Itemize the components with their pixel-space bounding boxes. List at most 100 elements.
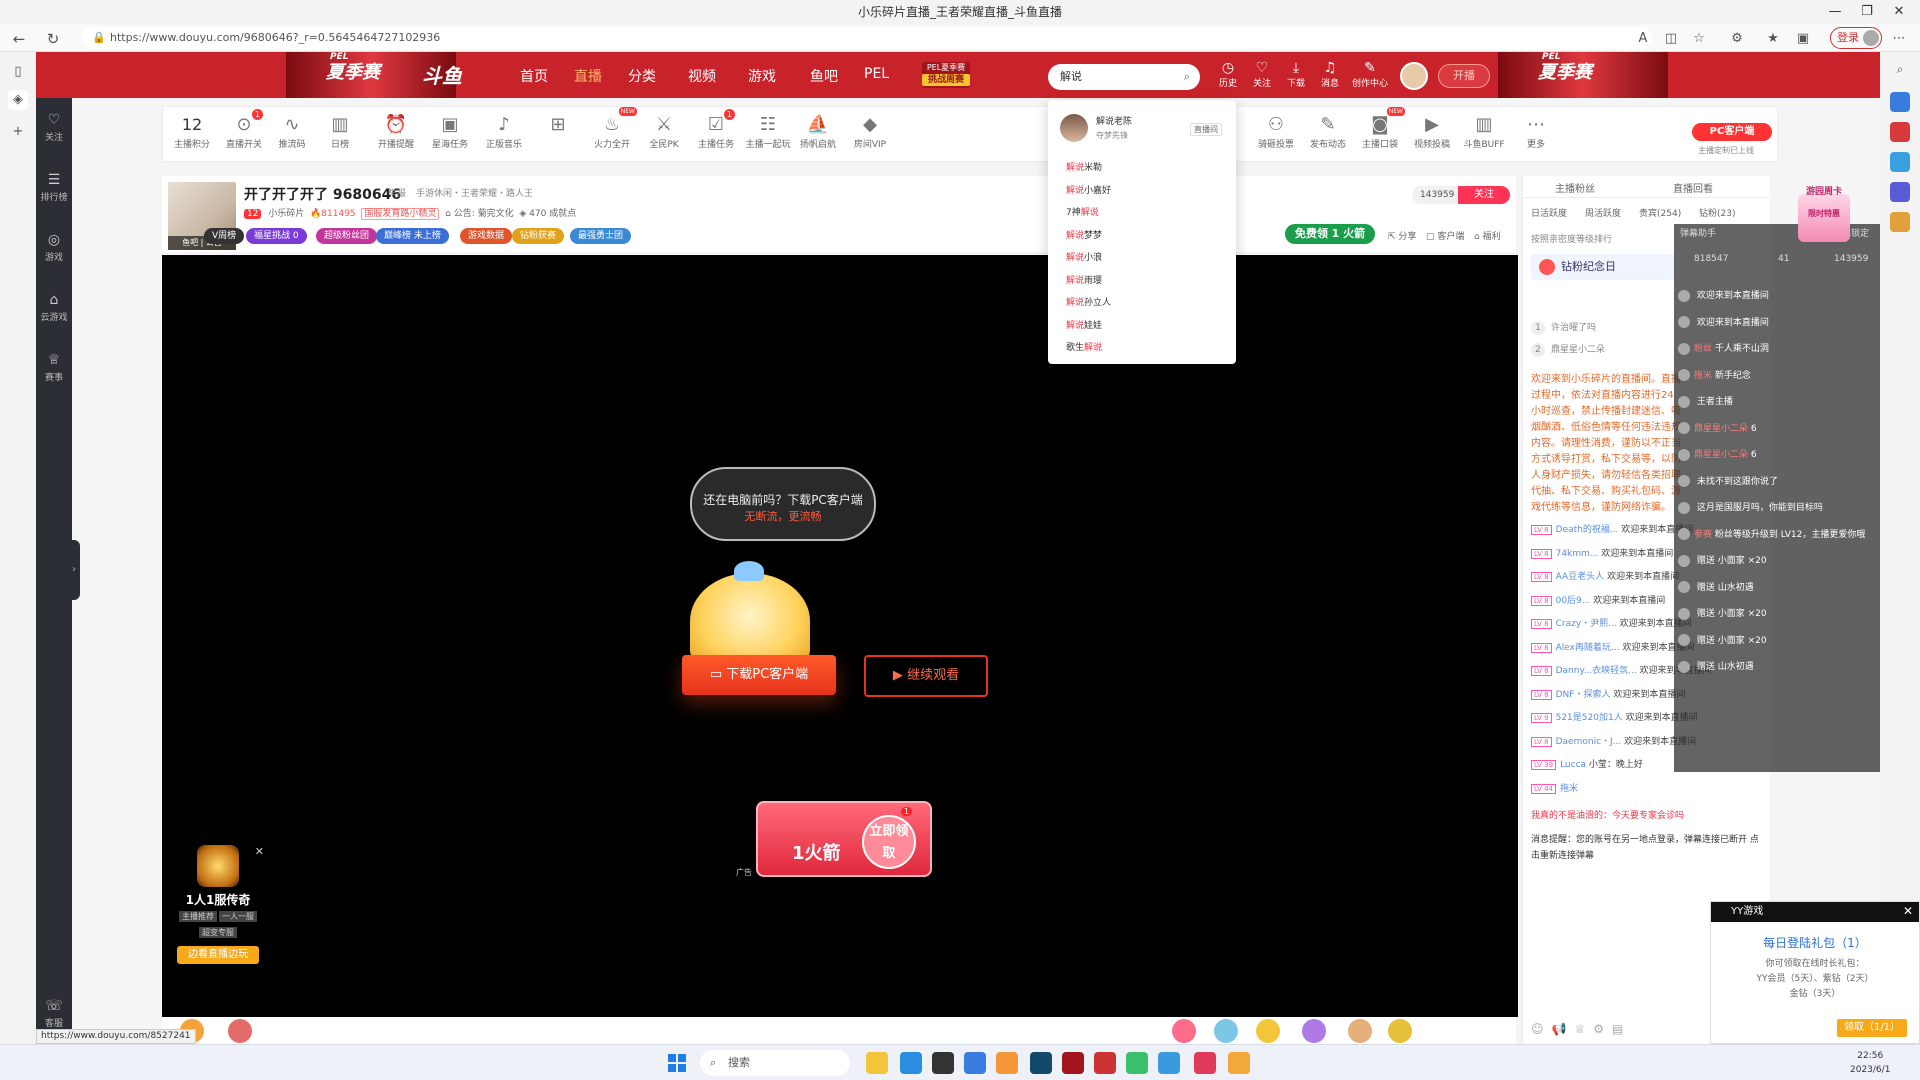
toolbar-item[interactable]: ⊞ [533,113,583,137]
nav-live[interactable]: 直播 [574,66,602,86]
search-suggestion-item[interactable]: 解说小嘉好 [1066,183,1111,196]
edge-icon[interactable] [900,1052,922,1074]
search-suggestion-item[interactable]: 歌生解说 [1066,340,1102,353]
extensions-icon[interactable]: ⚙ [1726,28,1748,50]
start-stream-button[interactable]: 开播 [1438,64,1490,88]
chat-message[interactable]: LV 8 AA豆老头人 欢迎来到本直播间 [1531,569,1679,582]
free-rocket-button[interactable]: 免费领 1 火箭 [1285,224,1375,244]
app-icon[interactable] [1094,1052,1116,1074]
chat-user[interactable]: Alex再随着玩... [1556,643,1620,653]
rocket-reward-ad[interactable]: 1火箭 立即领取 1 [756,801,932,877]
suggestion-streamer-name[interactable]: 解说老陈 [1096,114,1132,127]
wechat-icon[interactable] [1126,1052,1148,1074]
gift-icon[interactable] [1348,1019,1372,1043]
emoji-icon[interactable]: ☺ [1531,1022,1552,1036]
room-pill[interactable]: 游戏数据 [460,228,513,244]
search-suggestion-item[interactable]: 7神解说 [1066,205,1099,218]
welfare-button[interactable]: ⌂ 福利 [1474,229,1501,242]
toolbar-item[interactable]: ⊙ 直播开关 1 [219,109,269,150]
app-icon[interactable] [1062,1052,1084,1074]
url-input[interactable]: 🔒 https://www.douyu.com/9680646?_r=0.564… [82,27,1652,49]
toolbar-item[interactable]: ▥ 斗鱼BUFF [1459,113,1509,150]
collections-icon[interactable]: ▣ [1792,28,1814,50]
rank-row[interactable]: 1 许治曜了吗 [1531,320,1596,335]
tab-replay[interactable]: 直播回看 [1673,180,1713,195]
rocket-claim-button[interactable]: 立即领取 [862,815,916,869]
messages-button[interactable]: ♫ 消息 [1314,60,1346,89]
toolbar-item[interactable]: ⏰ 开播提醒 [371,113,421,150]
streamer-name[interactable]: 小乐碎片 [268,209,304,219]
room-pill[interactable]: 超级粉丝团 [316,228,378,244]
subtab-diamond[interactable]: 钻粉(23) [1699,206,1735,219]
favorite-add-icon[interactable]: ☆ [1688,28,1710,50]
settings-icon[interactable]: ⚙ [1593,1022,1612,1036]
chat-message[interactable]: LV 8 74kmm... 欢迎来到本直播间 [1531,546,1673,559]
search-suggestion-item[interactable]: 解说小浪 [1066,250,1102,263]
sidebar-item-cloud-games[interactable]: ⌂ 云游戏 [36,292,72,323]
report-link[interactable]: 举报 [388,186,406,199]
suggestion-live-button[interactable]: 直播间 [1190,123,1222,136]
follow-button[interactable]: 关注 [1458,186,1510,204]
close-icon[interactable]: ✕ [255,845,264,858]
chat-message[interactable]: LV 44 拖米 [1531,781,1578,794]
toolbar-item[interactable]: ∿ 推流码 [267,113,317,150]
room-pill[interactable]: 钻粉获赛 [512,228,565,244]
search-icon[interactable]: ⌕ [1184,64,1190,90]
sidebar-item-events[interactable]: ♕ 赛事 [36,352,72,383]
nav-category[interactable]: 分类 [628,66,656,86]
favorites-icon[interactable]: ★ [1762,28,1784,50]
badge-icon[interactable]: ♕ [1574,1022,1593,1036]
taskbar-search[interactable]: ⌕ 搜索 [700,1050,850,1076]
nav-pel[interactable]: PEL [864,66,889,82]
room-categories[interactable]: 手游休闲・王者荣耀・路人王 [416,186,533,199]
search-suggestion-item[interactable]: 解说孙立人 [1066,295,1111,308]
suggestion-avatar[interactable] [1060,114,1088,142]
help-tag[interactable]: 国服发育路小精灵 [361,208,440,220]
close-icon[interactable]: ✕ [1903,904,1913,918]
chat-user[interactable]: 拖米 [1560,784,1578,794]
download-button[interactable]: ⤓ 下载 [1280,60,1312,89]
start-button[interactable] [668,1054,686,1072]
sidebar-item-ranking[interactable]: ☰ 排行榜 [36,172,72,203]
app-icon[interactable] [932,1052,954,1074]
chat-user[interactable]: 521是520加1人 [1556,713,1623,723]
room-pill[interactable]: V周榜 [204,228,245,244]
refresh-icon[interactable]: ↻ [42,28,64,50]
pc-client-button[interactable]: PC客户端 [1692,123,1772,141]
games-icon[interactable] [1890,182,1910,202]
sidebar-item-games[interactable]: ◎ 游戏 [36,232,72,263]
app-icon[interactable] [996,1052,1018,1074]
video-player[interactable]: 还在电脑前吗？下载PC客户端 无断流，更流畅 ▭ 下载PC客户端 ▶ 继续观看 … [162,255,1518,1017]
gift-icon[interactable] [1302,1019,1326,1043]
back-icon[interactable]: ← [8,28,30,50]
room-pill[interactable]: 巅峰榜 未上榜 [376,228,449,244]
toolbar-item[interactable]: ◆ 房间VIP [845,113,895,150]
toolbar-item[interactable]: ⛵ 扬帆启航 [793,113,843,150]
search-sidebar-icon[interactable]: ⌕ [1890,62,1910,82]
chat-message[interactable]: LV 8 DNF・探索人 欢迎来到本直播间 [1531,687,1685,700]
tools-icon[interactable] [1890,152,1910,172]
chat-user[interactable]: DNF・探索人 [1556,690,1611,700]
weekly-card-ad[interactable]: 游园周卡 限时特惠 [1798,180,1850,270]
continue-watching-button[interactable]: ▶ 继续观看 [864,655,988,697]
toolbar-item[interactable]: ⚔ 全民PK [639,113,689,150]
nav-games[interactable]: 游戏 [748,66,776,86]
more-icon[interactable]: ⋯ [1888,28,1910,50]
system-clock[interactable]: 22:56 2023/6/1 [1850,1049,1890,1077]
gift-icon[interactable] [1256,1019,1280,1043]
game-play-button[interactable]: 边看直播边玩 [177,946,259,964]
chat-message[interactable]: LV 8 Death的祝福... 欢迎来到本直播间 [1531,522,1693,535]
toolbar-item[interactable]: ▥ 日榜 [315,113,365,150]
tab-fans[interactable]: 主播粉丝 [1555,180,1595,195]
toolbar-item[interactable]: ▶ 视频投稿 [1407,113,1457,150]
office-icon[interactable] [1890,212,1910,232]
close-button[interactable]: ✕ [1884,0,1914,24]
store-icon[interactable] [964,1052,986,1074]
read-aloud-icon[interactable]: A [1632,28,1654,50]
sidebar-item-follow[interactable]: ♡ 关注 [36,112,72,143]
chat-message[interactable]: LV 8 00后9... 欢迎来到本直播间 [1531,593,1665,606]
app-icon[interactable] [1228,1052,1250,1074]
search-suggestion-item[interactable]: 解说梦梦 [1066,228,1102,241]
subtab-daily[interactable]: 日活跃度 [1531,206,1567,219]
toolbar-item[interactable]: ☑ 主播任务 1 [691,109,741,150]
